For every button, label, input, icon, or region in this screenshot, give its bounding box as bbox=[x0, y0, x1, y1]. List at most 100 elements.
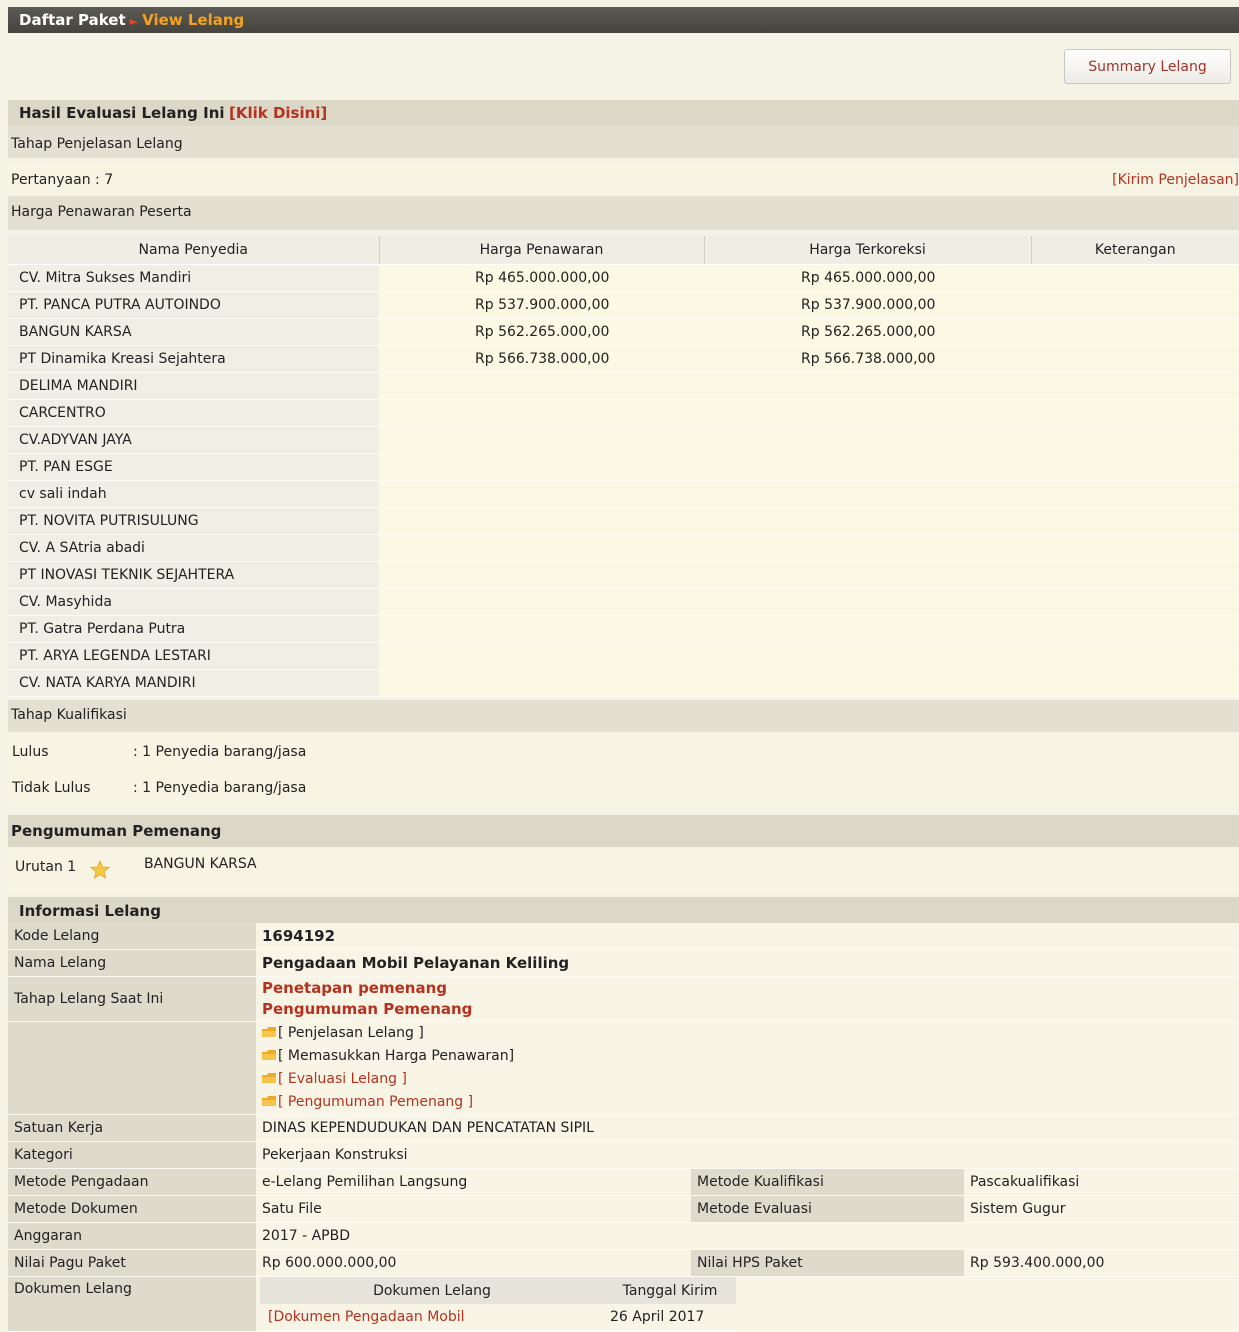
harga-terkoreksi-cell bbox=[704, 561, 1031, 589]
pemenang-name: BANGUN KARSA bbox=[144, 856, 257, 872]
harga-terkoreksi-cell bbox=[704, 534, 1031, 562]
bidder-name: CV. Masyhida bbox=[8, 588, 379, 616]
anggaran-label: Anggaran bbox=[8, 1222, 256, 1250]
table-row: PT. PANCA PUTRA AUTOINDO Rp 537.900.000,0… bbox=[8, 291, 1239, 319]
info-row-satuan: Satuan Kerja DINAS KEPENDUDUKAN DAN PENC… bbox=[8, 1114, 1239, 1142]
kategori-label: Kategori bbox=[8, 1141, 256, 1169]
keterangan-cell bbox=[1031, 642, 1239, 670]
informasi-lelang-header: Informasi Lelang bbox=[8, 897, 1239, 923]
col-harga-terkoreksi: Harga Terkoreksi bbox=[704, 236, 1032, 265]
bidder-name: cv sali indah bbox=[8, 480, 379, 508]
anggaran-value: 2017 - APBD bbox=[256, 1222, 1239, 1250]
link-memasukkan-text[interactable]: [ Memasukkan Harga Penawaran] bbox=[278, 1048, 514, 1064]
informasi-lelang-title: Informasi Lelang bbox=[19, 902, 161, 920]
table-row: CARCENTRO bbox=[8, 399, 1239, 427]
info-row-anggaran: Anggaran 2017 - APBD bbox=[8, 1222, 1239, 1250]
col-nama-penyedia: Nama Penyedia bbox=[8, 236, 380, 265]
bidder-name: CARCENTRO bbox=[8, 399, 379, 427]
bidder-name: PT. ARYA LEGENDA LESTARI bbox=[8, 642, 379, 670]
harga-penawaran-cell bbox=[379, 372, 704, 400]
informasi-lelang-table-wrap: Kode Lelang 1694192 Nama Lelang Pengadaa… bbox=[8, 923, 1239, 1332]
star-icon bbox=[90, 860, 110, 879]
harga-penawaran-cell bbox=[379, 399, 704, 427]
info-row-tahap: Tahap Lelang Saat Ini Penetapan pemenang… bbox=[8, 976, 1239, 1022]
harga-terkoreksi-cell bbox=[704, 399, 1031, 427]
keterangan-cell bbox=[1031, 372, 1239, 400]
pemenang-row: Urutan 1 BANGUN KARSA bbox=[8, 849, 1239, 893]
info-row-links: [ Penjelasan Lelang ] [ Memasukkan Harga… bbox=[8, 1021, 1239, 1115]
keterangan-cell bbox=[1031, 615, 1239, 643]
keterangan-cell bbox=[1031, 534, 1239, 562]
keterangan-cell bbox=[1031, 264, 1239, 292]
table-row: BANGUN KARSA Rp 562.265.000,00 Rp 562.265.… bbox=[8, 318, 1239, 346]
link-memasukkan-harga[interactable]: [ Memasukkan Harga Penawaran] bbox=[262, 1045, 1239, 1068]
dokumen-col-nama: Dokumen Lelang bbox=[260, 1277, 604, 1304]
dokumen-lelang-label: Dokumen Lelang bbox=[8, 1276, 256, 1332]
link-penjelasan-text[interactable]: [ Penjelasan Lelang ] bbox=[278, 1025, 424, 1041]
summary-lelang-button[interactable]: Summary Lelang bbox=[1064, 49, 1231, 84]
nilai-pagu-label: Nilai Pagu Paket bbox=[8, 1249, 256, 1277]
kirim-penjelasan-link[interactable]: [Kirim Penjelasan] bbox=[1112, 164, 1239, 196]
link-penjelasan-lelang[interactable]: [ Penjelasan Lelang ] bbox=[262, 1022, 1239, 1045]
info-row-nama: Nama Lelang Pengadaan Mobil Pelayanan Ke… bbox=[8, 949, 1239, 977]
keterangan-cell bbox=[1031, 318, 1239, 346]
harga-terkoreksi-cell bbox=[704, 372, 1031, 400]
info-row-kode: Kode Lelang 1694192 bbox=[8, 923, 1239, 950]
folder-icon bbox=[262, 1050, 276, 1060]
bidder-name: CV. A SAtria abadi bbox=[8, 534, 379, 562]
link-pengumuman-text[interactable]: [ Pengumuman Pemenang ] bbox=[278, 1094, 473, 1110]
harga-terkoreksi-cell bbox=[704, 669, 1031, 697]
metode-dokumen-value: Satu File bbox=[256, 1195, 691, 1223]
tahap-links: [ Penjelasan Lelang ] [ Memasukkan Harga… bbox=[256, 1021, 1239, 1115]
dokumen-name-link[interactable]: [Dokumen Pengadaan Mobil bbox=[260, 1304, 604, 1331]
harga-penawaran-table-wrap: Nama Penyedia Harga Penawaran Harga Terk… bbox=[8, 236, 1239, 697]
metode-pengadaan-value: e-Lelang Pemilihan Langsung bbox=[256, 1168, 691, 1196]
keterangan-cell bbox=[1031, 561, 1239, 589]
keterangan-cell bbox=[1031, 480, 1239, 508]
harga-penawaran-cell bbox=[379, 534, 704, 562]
hasil-evaluasi-header: Hasil Evaluasi Lelang Ini [Klik Disini] bbox=[8, 100, 1239, 126]
harga-terkoreksi-cell: Rp 537.900.000,00 bbox=[704, 291, 1031, 319]
info-row-kategori: Kategori Pekerjaan Konstruksi bbox=[8, 1141, 1239, 1169]
metode-pengadaan-label: Metode Pengadaan bbox=[8, 1168, 256, 1196]
bidder-name: PT Dinamika Kreasi Sejahtera bbox=[8, 345, 379, 373]
bidder-name: BANGUN KARSA bbox=[8, 318, 379, 346]
info-row-dokumen: Dokumen Lelang Dokumen Lelang Tanggal Ki… bbox=[8, 1276, 1239, 1332]
info-row-metode-dokumen: Metode Dokumen Satu File Metode Evaluasi… bbox=[8, 1195, 1239, 1223]
link-evaluasi-lelang[interactable]: [ Evaluasi Lelang ] bbox=[262, 1068, 1239, 1091]
bidder-name: CV.ADYVAN JAYA bbox=[8, 426, 379, 454]
pertanyaan-count: Pertanyaan : 7 bbox=[11, 172, 114, 188]
harga-penawaran-cell: Rp 562.265.000,00 bbox=[379, 318, 704, 346]
breadcrumb-separator-icon: ► bbox=[129, 15, 139, 28]
tidak-lulus-label: Tidak Lulus bbox=[12, 780, 91, 796]
harga-terkoreksi-cell bbox=[704, 642, 1031, 670]
link-evaluasi-text[interactable]: [ Evaluasi Lelang ] bbox=[278, 1071, 407, 1087]
harga-penawaran-cell bbox=[379, 507, 704, 535]
col-keterangan: Keterangan bbox=[1031, 236, 1239, 265]
lulus-label: Lulus bbox=[12, 744, 49, 760]
keterangan-cell bbox=[1031, 669, 1239, 697]
hasil-evaluasi-label: Hasil Evaluasi Lelang Ini bbox=[19, 104, 225, 122]
breadcrumb-daftar-paket[interactable]: Daftar Paket bbox=[19, 11, 126, 29]
table-row: CV.ADYVAN JAYA bbox=[8, 426, 1239, 454]
metode-evaluasi-value: Sistem Gugur bbox=[964, 1195, 1239, 1223]
folder-icon bbox=[262, 1073, 276, 1083]
lulus-value: : 1 Penyedia barang/jasa bbox=[133, 744, 307, 760]
bidder-name: DELIMA MANDIRI bbox=[8, 372, 379, 400]
bidder-name: PT. Gatra Perdana Putra bbox=[8, 615, 379, 643]
kategori-value: Pekerjaan Konstruksi bbox=[256, 1141, 1239, 1169]
dokumen-row: [Dokumen Pengadaan Mobil 26 April 2017 bbox=[260, 1304, 736, 1331]
table-row: CV. NATA KARYA MANDIRI bbox=[8, 669, 1239, 697]
harga-terkoreksi-cell: Rp 566.738.000,00 bbox=[704, 345, 1031, 373]
satuan-kerja-label: Satuan Kerja bbox=[8, 1114, 256, 1142]
table-row: PT. NOVITA PUTRISULUNG bbox=[8, 507, 1239, 535]
klik-disini-link[interactable]: [Klik Disini] bbox=[229, 104, 327, 122]
harga-penawaran-cell: Rp 465.000.000,00 bbox=[379, 264, 704, 292]
keterangan-cell bbox=[1031, 399, 1239, 427]
link-pengumuman-pemenang[interactable]: [ Pengumuman Pemenang ] bbox=[262, 1091, 1239, 1114]
harga-penawaran-title: Harga Penawaran Peserta bbox=[8, 196, 1239, 230]
tidak-lulus-row: Tidak Lulus : 1 Penyedia barang/jasa bbox=[8, 770, 1239, 806]
bidder-name: CV. NATA KARYA MANDIRI bbox=[8, 669, 379, 697]
table-row: PT. ARYA LEGENDA LESTARI bbox=[8, 642, 1239, 670]
table-row: CV. A SAtria abadi bbox=[8, 534, 1239, 562]
